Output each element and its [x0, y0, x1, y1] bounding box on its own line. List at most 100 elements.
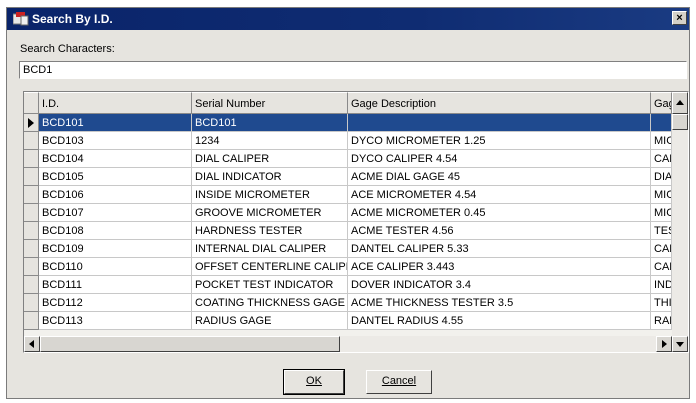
cell-id[interactable]: BCD105: [39, 168, 192, 186]
cell-serial-number[interactable]: INTERNAL DIAL CALIPER: [192, 240, 348, 258]
cell-gage-description[interactable]: DYCO CALIPER 4.54: [348, 150, 651, 168]
row-selector[interactable]: [24, 150, 39, 168]
table-row[interactable]: BCD110 OFFSET CENTERLINE CALIPER ACE CALIP…: [24, 258, 672, 276]
table-row[interactable]: BCD105 DIAL INDICATOR ACME DIAL GAGE 45 DIA…: [24, 168, 672, 186]
cell-gage[interactable]: CALI: [651, 258, 672, 276]
cell-gage[interactable]: CALI: [651, 150, 672, 168]
cell-serial-number[interactable]: BCD101: [192, 114, 348, 132]
cell-gage-description[interactable]: DANTEL RADIUS 4.55: [348, 312, 651, 330]
cell-serial-number[interactable]: GROOVE MICROMETER: [192, 204, 348, 222]
cell-id[interactable]: BCD106: [39, 186, 192, 204]
horizontal-scrollbar[interactable]: [24, 336, 672, 352]
results-grid[interactable]: I.D. Serial Number Gage Description Gage…: [23, 91, 689, 353]
cell-serial-number[interactable]: DIAL INDICATOR: [192, 168, 348, 186]
grid-header: I.D. Serial Number Gage Description Gage: [24, 92, 688, 114]
row-selector[interactable]: [24, 132, 39, 150]
table-row[interactable]: BCD104DIAL CALIPERDYCO CALIPER 4.54CALI: [24, 150, 672, 168]
current-row-arrow-icon: [28, 118, 34, 128]
cell-id[interactable]: BCD111: [39, 276, 192, 294]
arrow-right-icon: [662, 340, 667, 348]
cell-gage-description[interactable]: [348, 114, 651, 132]
search-label: Search Characters:: [20, 43, 115, 55]
cell-id[interactable]: BCD103: [39, 132, 192, 150]
column-header-gage-description[interactable]: Gage Description: [348, 92, 651, 114]
cell-gage[interactable]: MICR: [651, 186, 672, 204]
cell-gage-description[interactable]: DYCO MICROMETER 1.25: [348, 132, 651, 150]
cell-gage[interactable]: DIAL: [651, 168, 672, 186]
cell-gage-description[interactable]: ACME THICKNESS TESTER 3.5: [348, 294, 651, 312]
table-row[interactable]: BCD101 BCD101: [24, 114, 672, 132]
cell-serial-number[interactable]: COATING THICKNESS GAGE: [192, 294, 348, 312]
table-row[interactable]: BCD111 POCKET TEST INDICATOR DOVER INDICAT…: [24, 276, 672, 294]
cell-id[interactable]: BCD110: [39, 258, 192, 276]
cell-gage-description[interactable]: ACME DIAL GAGE 45: [348, 168, 651, 186]
title-bar[interactable]: Search By I.D. ×: [7, 8, 689, 30]
cell-serial-number[interactable]: 1234: [192, 132, 348, 150]
cell-id[interactable]: BCD101: [39, 114, 192, 132]
cell-gage-description[interactable]: DOVER INDICATOR 3.4: [348, 276, 651, 294]
row-selector[interactable]: [24, 312, 39, 330]
vertical-scrollbar[interactable]: [672, 92, 688, 352]
cell-gage-description[interactable]: ACME TESTER 4.56: [348, 222, 651, 240]
vertical-scroll-thumb[interactable]: [672, 114, 688, 130]
row-selector[interactable]: [24, 222, 39, 240]
scroll-right-button[interactable]: [656, 336, 672, 352]
cell-gage[interactable]: INDIC: [651, 276, 672, 294]
table-row[interactable]: BCD108HARDNESS TESTERACME TESTER 4.56TES…: [24, 222, 672, 240]
table-row[interactable]: BCD106 INSIDE MICROMETER ACE MICROMETER 4.…: [24, 186, 672, 204]
cell-id[interactable]: BCD109: [39, 240, 192, 258]
cell-serial-number[interactable]: HARDNESS TESTER: [192, 222, 348, 240]
cell-gage-description[interactable]: ACME MICROMETER 0.45: [348, 204, 651, 222]
cell-gage[interactable]: THIC: [651, 294, 672, 312]
close-button[interactable]: ×: [672, 11, 687, 25]
cell-gage-description[interactable]: DANTEL CALIPER 5.33: [348, 240, 651, 258]
cell-gage-description[interactable]: ACE MICROMETER 4.54: [348, 186, 651, 204]
cell-serial-number[interactable]: RADIUS GAGE: [192, 312, 348, 330]
row-selector[interactable]: [24, 258, 39, 276]
scroll-left-button[interactable]: [24, 336, 40, 352]
table-row[interactable]: BCD109 INTERNAL DIAL CALIPER DANTEL CALIPE…: [24, 240, 672, 258]
cell-id[interactable]: BCD108: [39, 222, 192, 240]
cell-id[interactable]: BCD104: [39, 150, 192, 168]
row-selector[interactable]: [24, 204, 39, 222]
scroll-down-button[interactable]: [672, 336, 688, 352]
row-selector[interactable]: [24, 294, 39, 312]
app-icon: [13, 12, 29, 26]
cell-gage[interactable]: [651, 114, 672, 132]
cell-id[interactable]: BCD113: [39, 312, 192, 330]
table-row[interactable]: BCD113RADIUS GAGEDANTEL RADIUS 4.55RAD: [24, 312, 672, 330]
arrow-left-icon: [29, 340, 34, 348]
row-selector[interactable]: [24, 114, 39, 132]
arrow-up-icon: [676, 100, 684, 105]
search-dialog: Search By I.D. × Search Characters: I.D.…: [6, 7, 690, 399]
row-selector[interactable]: [24, 240, 39, 258]
cell-serial-number[interactable]: POCKET TEST INDICATOR: [192, 276, 348, 294]
cell-serial-number[interactable]: INSIDE MICROMETER: [192, 186, 348, 204]
column-header-gage[interactable]: Gage: [651, 92, 672, 114]
column-header-serial-number[interactable]: Serial Number: [192, 92, 348, 114]
table-row[interactable]: BCD112 COATING THICKNESS GAGE ACME THICKNE…: [24, 294, 672, 312]
ok-button[interactable]: OK: [283, 369, 345, 395]
cell-gage[interactable]: RAD: [651, 312, 672, 330]
table-row[interactable]: BCD1031234DYCO MICROMETER 1.25MICR: [24, 132, 672, 150]
cell-id[interactable]: BCD107: [39, 204, 192, 222]
table-row[interactable]: BCD107 GROOVE MICROMETER ACME MICROMETER 0…: [24, 204, 672, 222]
search-input[interactable]: [19, 61, 687, 79]
cell-id[interactable]: BCD112: [39, 294, 192, 312]
row-selector[interactable]: [24, 186, 39, 204]
window-title: Search By I.D.: [32, 12, 113, 26]
cell-gage[interactable]: CALI: [651, 240, 672, 258]
cell-gage[interactable]: MICR: [651, 204, 672, 222]
cell-gage-description[interactable]: ACE CALIPER 3.443: [348, 258, 651, 276]
cell-serial-number[interactable]: OFFSET CENTERLINE CALIPER: [192, 258, 348, 276]
cell-serial-number[interactable]: DIAL CALIPER: [192, 150, 348, 168]
cell-gage[interactable]: MICR: [651, 132, 672, 150]
row-selector[interactable]: [24, 276, 39, 294]
cancel-button[interactable]: Cancel: [366, 370, 432, 394]
cell-gage[interactable]: TEST: [651, 222, 672, 240]
horizontal-scroll-thumb[interactable]: [40, 336, 340, 352]
scroll-up-button[interactable]: [672, 92, 688, 114]
column-header-id[interactable]: I.D.: [39, 92, 192, 114]
row-selector-header: [24, 92, 39, 114]
row-selector[interactable]: [24, 168, 39, 186]
